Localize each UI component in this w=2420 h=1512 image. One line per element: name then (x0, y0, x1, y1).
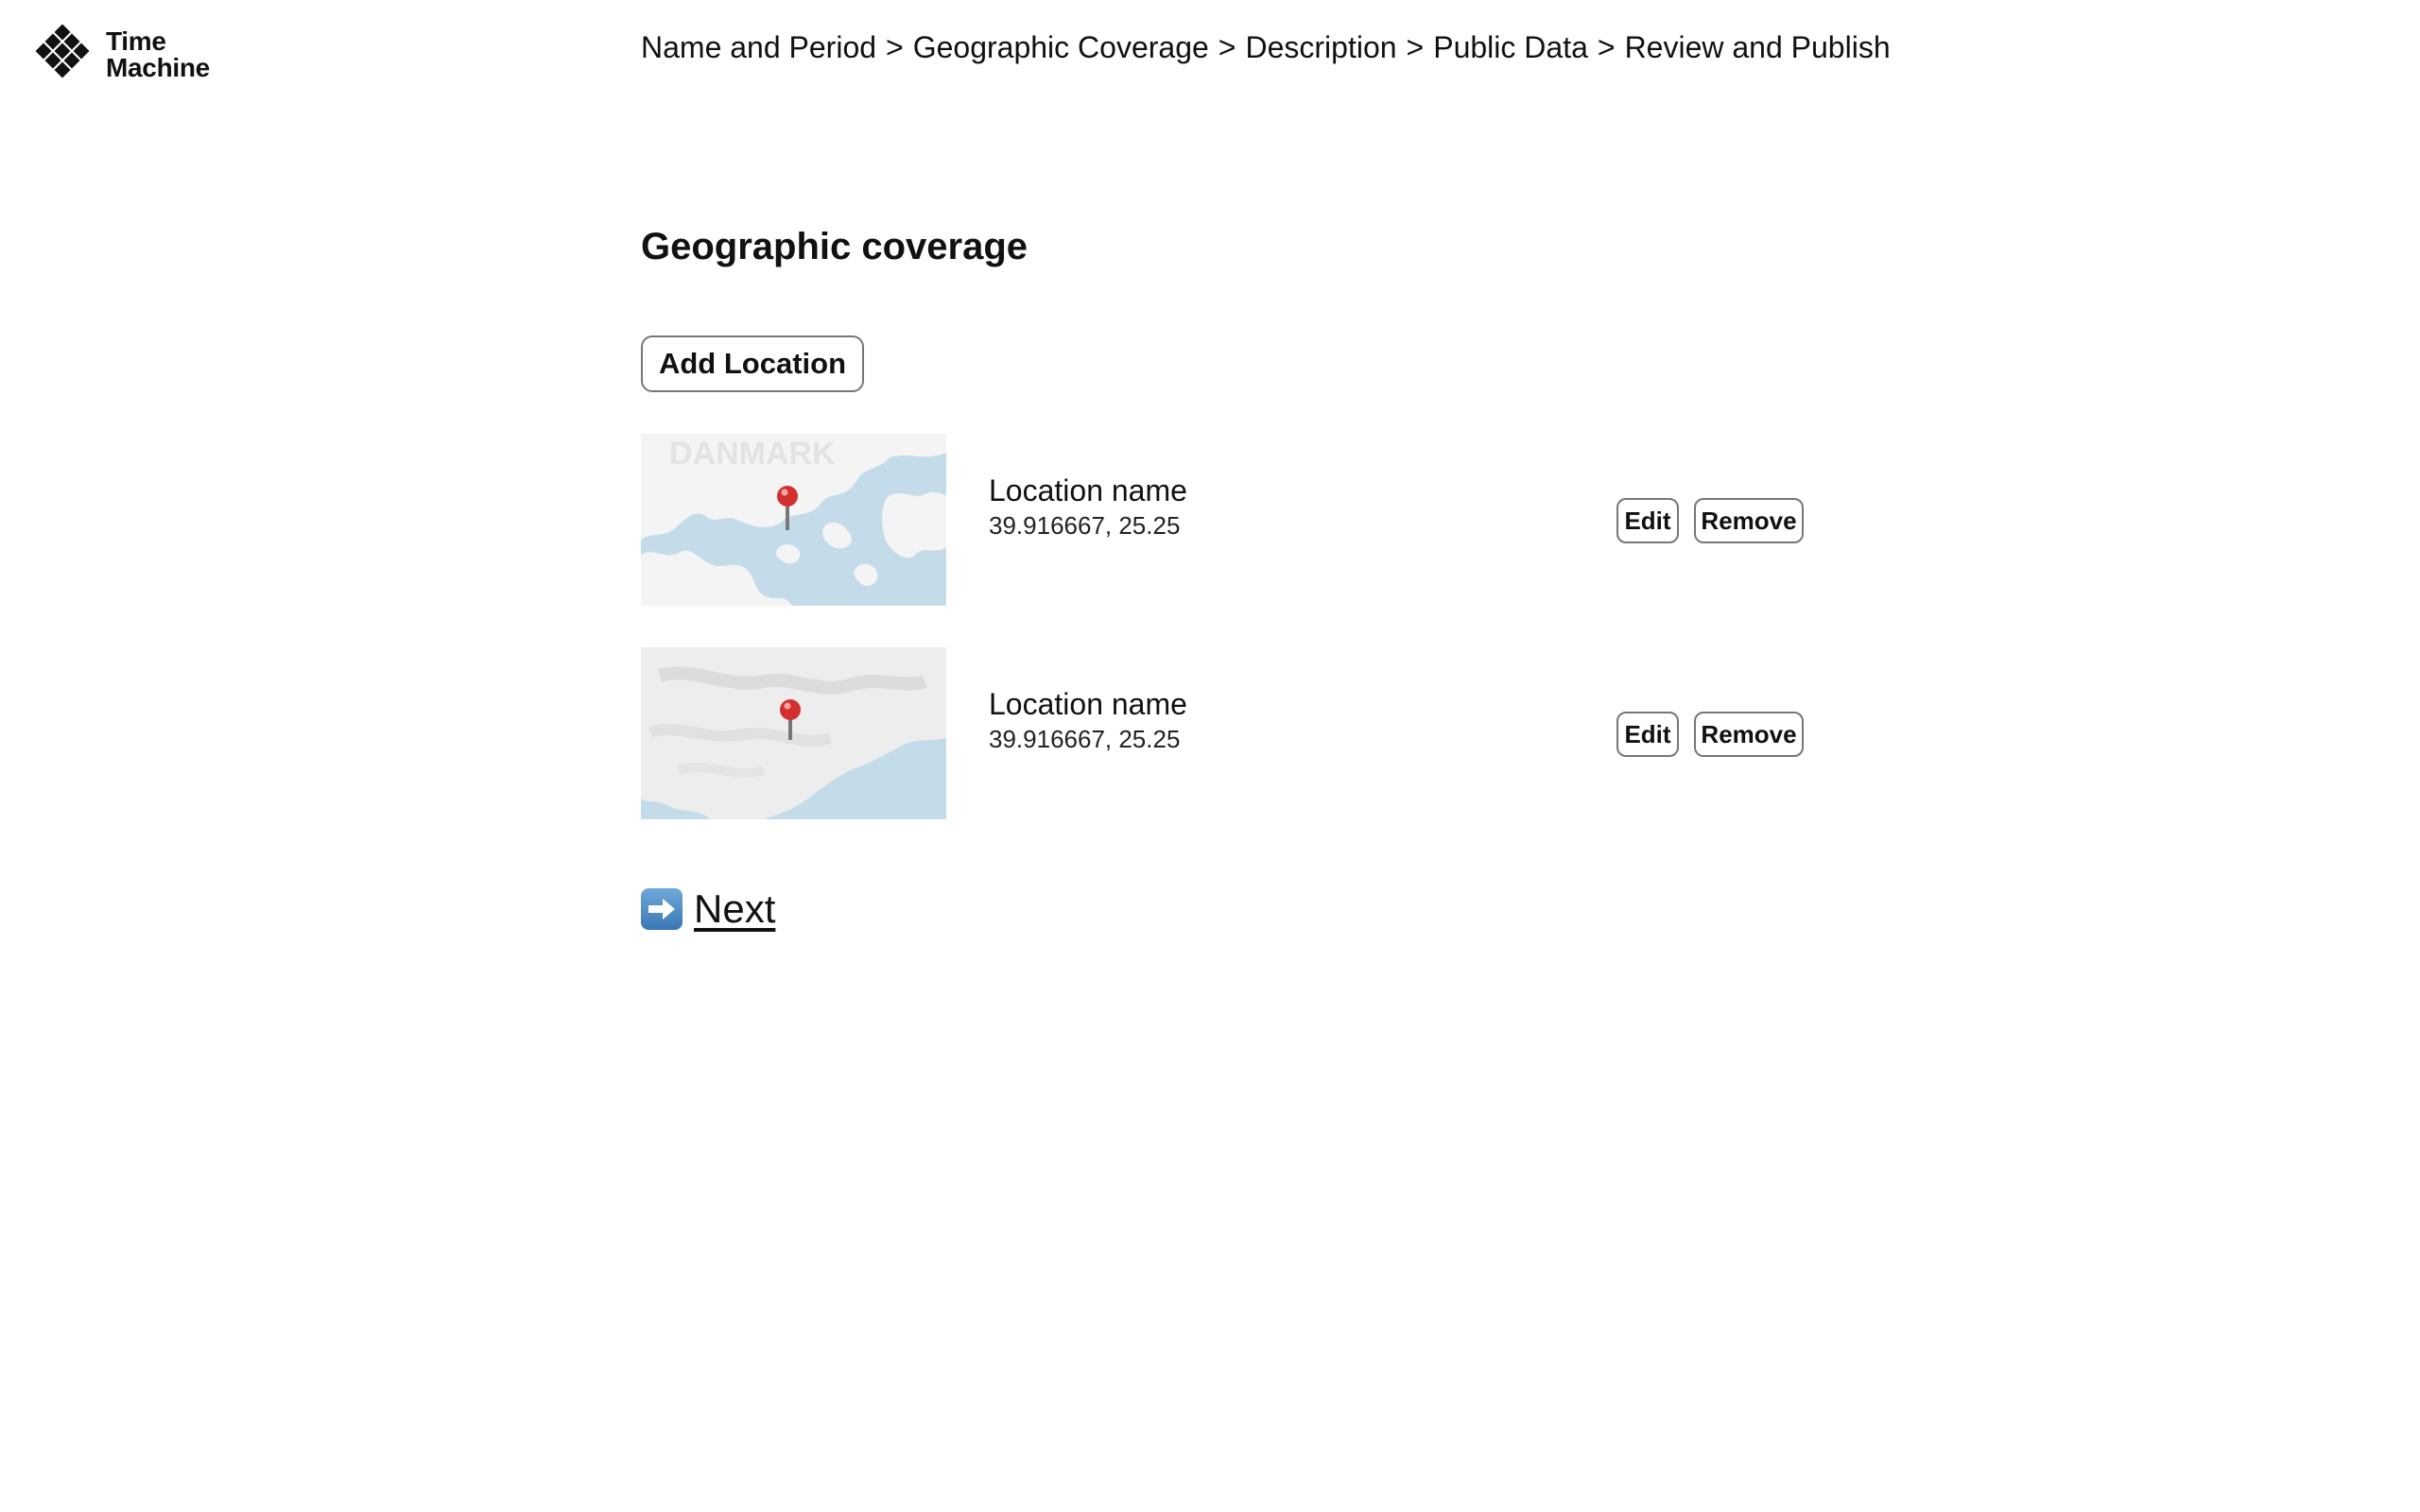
page-title: Geographic coverage (641, 226, 1028, 267)
right-arrow-icon (641, 888, 683, 930)
logo[interactable]: Time Machine (32, 25, 210, 85)
edit-location-button[interactable]: Edit (1616, 712, 1679, 757)
location-item: Location name 39.916667, 25.25 Edit Remo… (641, 647, 1804, 819)
location-item: DANMARK Location name 39.916667, 25.25 E… (641, 434, 1804, 606)
breadcrumb-separator: > (1597, 30, 1616, 64)
time-machine-logo-icon (35, 25, 90, 78)
logo-line-1: Time (106, 26, 166, 56)
breadcrumb-step-name-and-period[interactable]: Name and Period (641, 30, 876, 64)
map-image: DANMARK (641, 434, 946, 606)
breadcrumb-step-description[interactable]: Description (1245, 30, 1396, 64)
map-image (641, 647, 946, 819)
location-map-thumbnail[interactable] (641, 647, 946, 819)
logo-text: Time Machine (106, 28, 210, 81)
next-label: Next (694, 886, 776, 931)
location-info: Location name 39.916667, 25.25 (989, 472, 1187, 541)
add-location-button[interactable]: Add Location (641, 335, 864, 392)
location-name: Location name (989, 473, 1187, 507)
remove-location-button[interactable]: Remove (1694, 498, 1804, 543)
next-link[interactable]: Next (641, 885, 775, 934)
breadcrumb-separator: > (886, 30, 904, 64)
location-coordinates: 39.916667, 25.25 (989, 725, 1181, 753)
location-info: Location name 39.916667, 25.25 (989, 685, 1187, 755)
breadcrumb-separator: > (1406, 30, 1425, 64)
remove-location-button[interactable]: Remove (1694, 712, 1804, 757)
location-coordinates: 39.916667, 25.25 (989, 511, 1181, 540)
location-name: Location name (989, 687, 1187, 721)
edit-location-button[interactable]: Edit (1616, 498, 1679, 543)
breadcrumb-step-review-and-publish[interactable]: Review and Publish (1625, 30, 1891, 64)
logo-line-2: Machine (106, 53, 210, 82)
map-label: DANMARK (669, 436, 836, 472)
breadcrumb-separator: > (1218, 30, 1236, 64)
breadcrumb: Name and Period > Geographic Coverage > Desc… (641, 28, 1891, 66)
breadcrumb-step-geographic-coverage[interactable]: Geographic Coverage (913, 30, 1209, 64)
breadcrumb-step-public-data[interactable]: Public Data (1433, 30, 1588, 64)
location-map-thumbnail[interactable]: DANMARK (641, 434, 946, 606)
